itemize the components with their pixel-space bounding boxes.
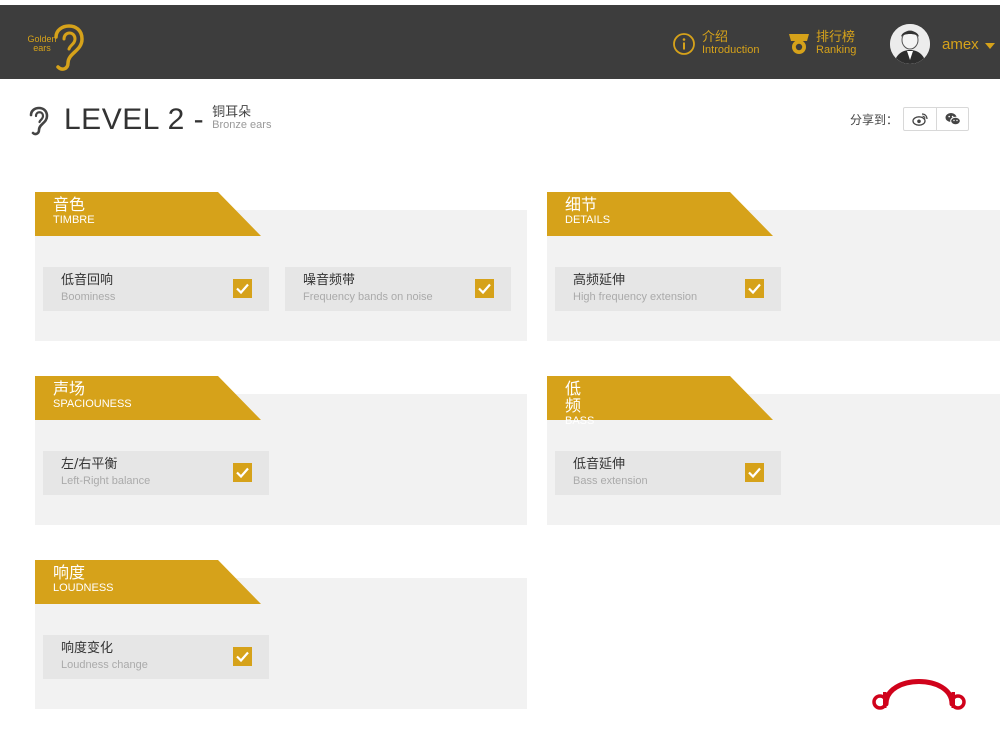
list-item[interactable]: 低音回响 Boominess	[43, 267, 269, 311]
item-label-cn: 低音延伸	[573, 457, 626, 472]
level-name-en: Bronze ears	[212, 119, 272, 131]
category-title-cn: 声场	[53, 379, 86, 398]
checkbox[interactable]	[233, 463, 252, 482]
checkbox[interactable]	[745, 279, 764, 298]
category-panel-bass: 低频 BASS 低音延伸 Bass extension	[547, 376, 1000, 525]
nav-ranking-en: Ranking	[816, 44, 857, 56]
check-icon	[748, 283, 761, 295]
category-title-en: BASS	[565, 415, 595, 427]
level-title: LEVEL 2 -	[64, 103, 205, 136]
category-title-en: DETAILS	[565, 214, 611, 226]
share-label: 分享到：	[850, 112, 899, 127]
checkbox[interactable]	[233, 279, 252, 298]
headphones-logo-icon	[872, 679, 966, 710]
item-label-cn: 噪音频带	[303, 273, 356, 288]
nav-introduction-en: Introduction	[702, 44, 760, 56]
item-label-en: Frequency bands on noise	[303, 291, 433, 303]
check-icon	[236, 467, 249, 479]
item-label-en: Boominess	[61, 291, 116, 303]
category-title-cn: 音色	[53, 195, 86, 214]
category-title-en: SPACIOUNESS	[53, 398, 132, 410]
check-icon	[236, 651, 249, 663]
category-panel-timbre: 音色 TIMBRE 低音回响 Boominess 噪音频带 Frequency …	[35, 192, 527, 341]
list-item[interactable]: 响度变化 Loudness change	[43, 635, 269, 679]
ear-icon	[29, 106, 49, 136]
nav-ranking[interactable]: 排行榜 Ranking	[788, 27, 856, 61]
share-weibo-button[interactable]	[904, 108, 936, 130]
nav-introduction[interactable]: 介绍 Introduction	[672, 27, 759, 61]
share-bar: 分享到：	[850, 107, 970, 131]
ear-logo-icon	[54, 24, 84, 71]
check-icon	[236, 283, 249, 295]
item-label-cn: 高频延伸	[573, 273, 626, 288]
item-label-cn: 低音回响	[61, 273, 114, 288]
username: amex	[942, 35, 979, 53]
item-label-en: Loudness change	[61, 659, 148, 671]
category-panel-spaciousness: 声场 SPACIOUNESS 左/右平衡 Left-Right balance	[35, 376, 527, 525]
user-avatar-icon	[890, 24, 930, 64]
info-icon	[673, 33, 695, 55]
category-title-cn: 细节	[565, 195, 598, 214]
check-icon	[478, 283, 491, 295]
list-item[interactable]: 低音延伸 Bass extension	[555, 451, 781, 495]
user-menu[interactable]: amex	[890, 22, 995, 66]
avatar[interactable]	[890, 24, 930, 64]
list-item[interactable]: 左/右平衡 Left-Right balance	[43, 451, 269, 495]
category-title-en: TIMBRE	[53, 214, 95, 226]
nav-introduction-cn: 介绍	[702, 30, 729, 45]
weibo-icon	[912, 113, 928, 126]
level-heading: LEVEL 2 - 铜耳朵 Bronze ears	[28, 100, 271, 140]
nav-ranking-cn: 排行榜	[816, 30, 856, 45]
list-item[interactable]: 高频延伸 High frequency extension	[555, 267, 781, 311]
navbar: Golden ears 介绍 Introduction 排行榜 Ranking	[0, 5, 1000, 79]
category-panel-details: 细节 DETAILS 高频延伸 High frequency extension	[547, 192, 1000, 341]
item-label-en: High frequency extension	[573, 291, 698, 303]
category-title-cn: 响度	[53, 563, 86, 582]
chevron-down-icon	[984, 42, 995, 49]
level-name-cn: 铜耳朵	[212, 105, 252, 120]
wechat-icon	[945, 113, 961, 126]
category-title-cn: 低频	[565, 379, 582, 415]
medal-icon	[789, 34, 809, 54]
category-panel-loudness: 响度 LOUDNESS 响度变化 Loudness change	[35, 560, 527, 709]
checkbox[interactable]	[233, 647, 252, 666]
checkbox[interactable]	[745, 463, 764, 482]
item-label-en: Left-Right balance	[61, 475, 151, 487]
check-icon	[748, 467, 761, 479]
checkbox[interactable]	[475, 279, 494, 298]
golden-ears-logo[interactable]: Golden ears	[22, 17, 92, 71]
share-wechat-button[interactable]	[936, 108, 968, 130]
item-label-en: Bass extension	[573, 475, 648, 487]
item-label-cn: 左/右平衡	[61, 457, 118, 472]
list-item[interactable]: 噪音频带 Frequency bands on noise	[285, 267, 511, 311]
item-label-cn: 响度变化	[61, 641, 114, 656]
category-title-en: LOUDNESS	[53, 582, 114, 594]
